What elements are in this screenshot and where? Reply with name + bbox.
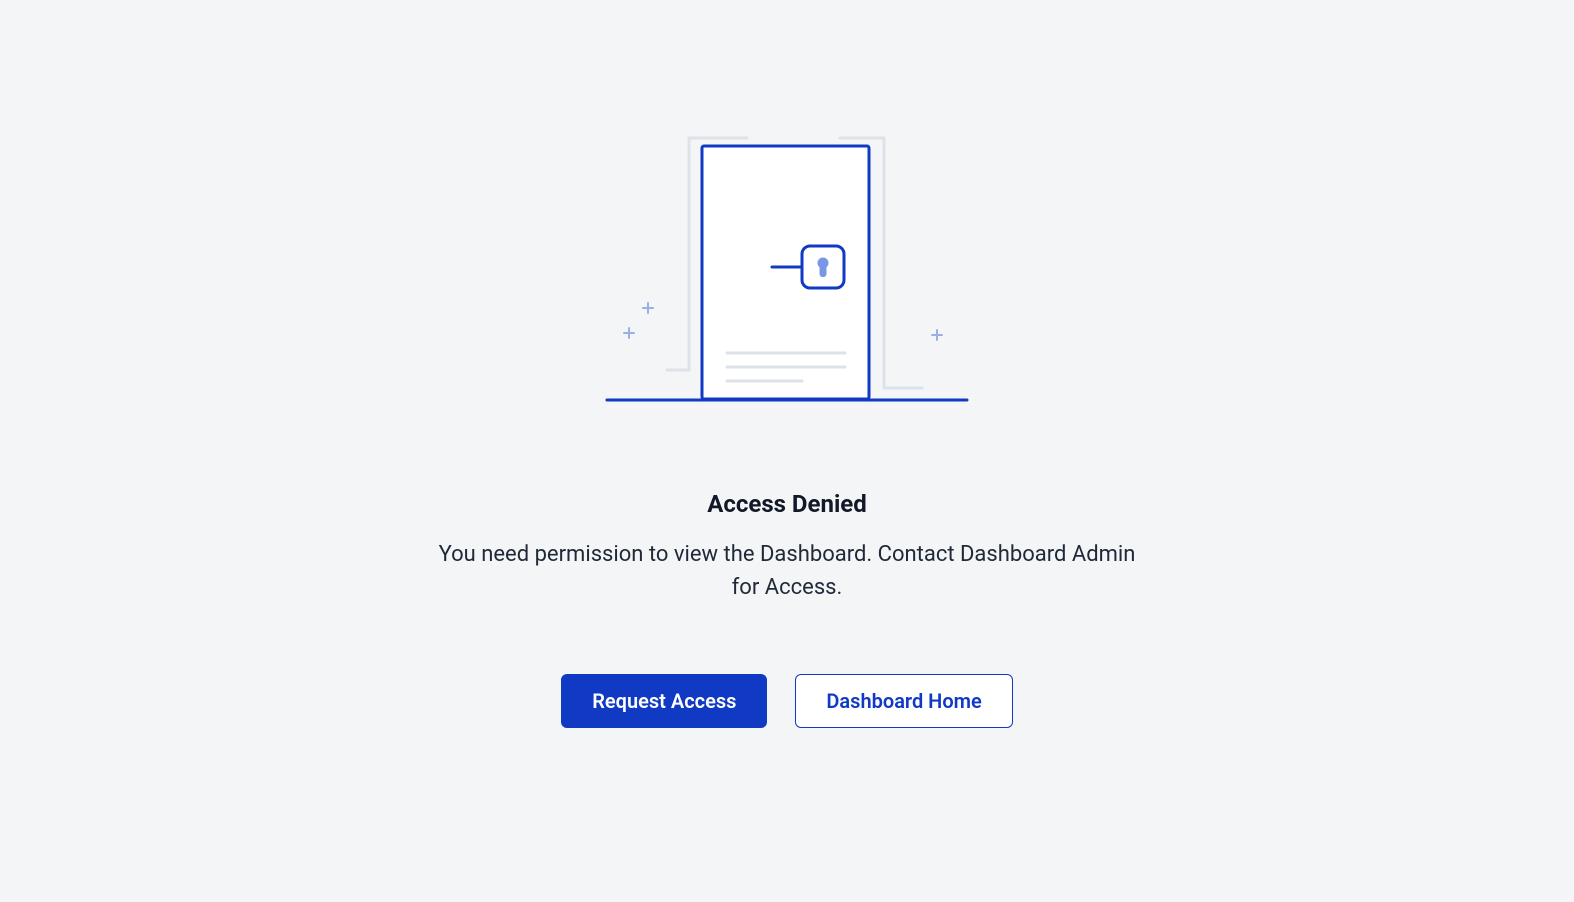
door-lock-icon bbox=[597, 130, 977, 410]
dashboard-home-button[interactable]: Dashboard Home bbox=[795, 674, 1012, 728]
action-button-row: Request Access Dashboard Home bbox=[561, 674, 1013, 728]
page-title: Access Denied bbox=[707, 490, 867, 518]
request-access-button[interactable]: Request Access bbox=[561, 674, 767, 728]
access-denied-door-illustration bbox=[597, 130, 977, 410]
page-description: You need permission to view the Dashboar… bbox=[427, 538, 1147, 604]
